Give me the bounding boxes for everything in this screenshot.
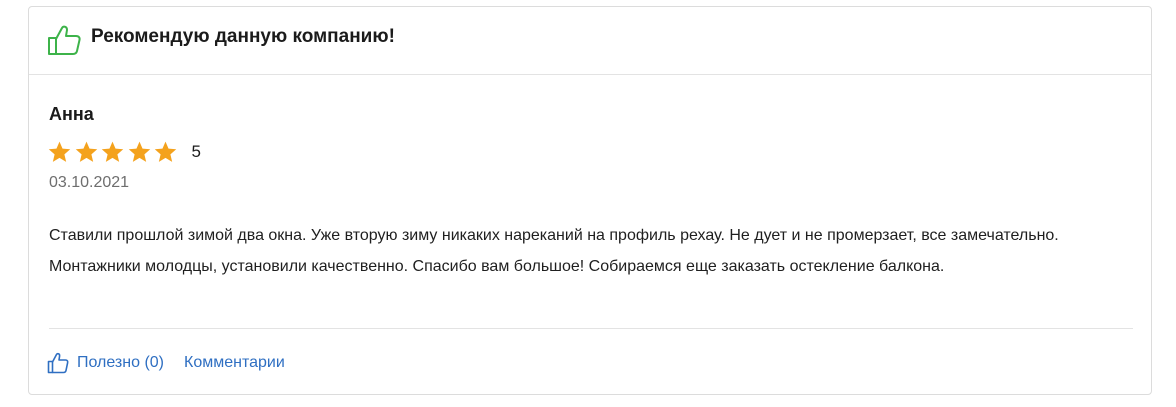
rating-value: 5 <box>191 142 201 161</box>
review-author: Анна <box>49 104 94 124</box>
star-icon <box>75 141 97 162</box>
star-icon <box>128 141 150 162</box>
review-date: 03.10.2021 <box>49 174 130 191</box>
review-card: Рекомендую данную компанию! Анна 5 03.10… <box>28 6 1152 395</box>
review-actions: Полезно (0) Комментарии <box>47 351 285 375</box>
comments-link[interactable]: Комментарии <box>184 354 285 372</box>
like-icon <box>47 352 69 374</box>
review-text: Ставили прошлой зимой два окна. Уже втор… <box>49 227 1059 275</box>
useful-label[interactable]: Полезно (0) <box>77 354 164 372</box>
thumbs-up-icon <box>48 25 81 55</box>
useful-button[interactable]: Полезно (0) <box>47 352 164 374</box>
recommendation-title: Рекомендую данную компанию! <box>91 26 395 47</box>
recommendation-header: Рекомендую данную компанию! <box>29 7 1151 75</box>
star-icon <box>154 141 177 162</box>
divider <box>49 328 1133 329</box>
star-rating: 5 <box>47 139 201 165</box>
star-icon <box>48 141 71 162</box>
star-icon <box>101 141 124 162</box>
